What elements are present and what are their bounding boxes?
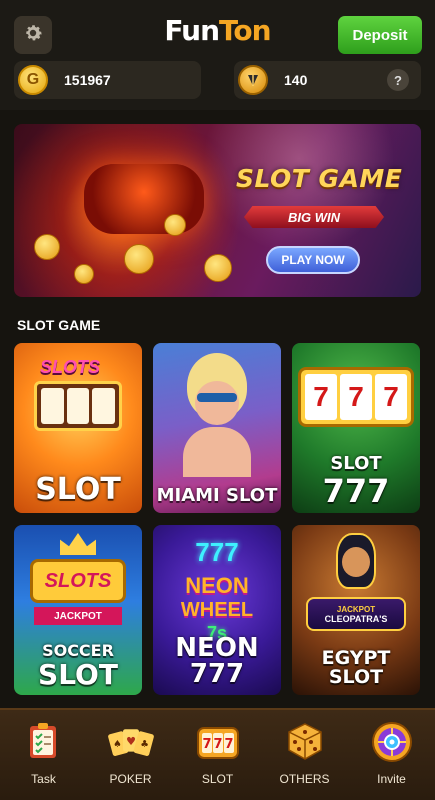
game-card-soccer-slot[interactable]: SLOTS JACKPOT SOCCER SLOT	[14, 525, 142, 695]
play-now-button[interactable]: PLAY NOW	[266, 246, 360, 274]
task-icon	[20, 718, 68, 766]
nav-label: OTHERS	[279, 772, 330, 786]
game-card-egypt-slot[interactable]: JACKPOT CLEOPATRA'S EGYPT SLOT	[292, 525, 420, 695]
coin-decoration	[34, 234, 60, 260]
nav-item-invite[interactable]: Invite	[348, 710, 435, 800]
game-label: SLOT 777	[292, 453, 420, 510]
game-label-line1: SOCCER	[42, 641, 114, 660]
game-label-line2: 777	[322, 472, 390, 510]
dice-icon	[281, 718, 329, 766]
game-label: NEON 777	[175, 633, 259, 689]
main-content: SLOT GAME BIG WIN PLAY NOW SLOT GAME SLO…	[0, 110, 435, 710]
svg-text:7: 7	[224, 737, 233, 752]
ton-balance-value: 140	[284, 72, 308, 88]
invite-wheel-icon	[368, 718, 416, 766]
gear-icon	[22, 22, 44, 49]
svg-text:7: 7	[213, 737, 222, 752]
coin-decoration	[204, 254, 232, 282]
nav-label: Invite	[377, 772, 406, 786]
banner-title: SLOT GAME	[236, 164, 403, 193]
settings-button[interactable]	[14, 16, 52, 54]
banner-ribbon-text: BIG WIN	[288, 209, 340, 225]
nav-item-task[interactable]: Task	[0, 710, 87, 800]
svg-text:♠: ♠	[113, 739, 122, 750]
coin-decoration	[124, 244, 154, 274]
logo-ton-text: Ton	[219, 13, 272, 47]
poker-cards-icon: ♥ ♠ ♣	[107, 718, 155, 766]
nav-label: POKER	[109, 772, 152, 786]
section-title: SLOT GAME	[17, 317, 101, 333]
svg-text:♥: ♥	[125, 735, 135, 748]
game-card-slot-777[interactable]: 7 7 7 SLOT 777	[292, 343, 420, 513]
game-label-line1: SLOT	[330, 453, 382, 474]
help-icon[interactable]: ?	[387, 69, 409, 91]
svg-text:7: 7	[202, 737, 211, 752]
game-card-miami-slot[interactable]: MIAMI SLOT	[153, 343, 281, 513]
svg-text:♣: ♣	[140, 739, 149, 750]
top-bar: FunTon Deposit G 151967 140 ?	[0, 0, 435, 110]
game-label: MIAMI SLOT	[156, 485, 278, 506]
coin-decoration	[74, 264, 94, 284]
ton-balance: 140 ?	[234, 61, 421, 99]
game-card-slots[interactable]: SLOTS SLOT	[14, 343, 142, 513]
nav-item-others[interactable]: OTHERS	[261, 710, 348, 800]
game-label: EGYPT SLOT	[321, 647, 391, 688]
game-label-line2: SLOT	[38, 658, 118, 691]
gold-balance: G 151967	[14, 61, 201, 99]
banner-ribbon: BIG WIN	[244, 206, 384, 228]
promo-banner[interactable]: SLOT GAME BIG WIN PLAY NOW	[14, 124, 421, 297]
game-label: SOCCER SLOT	[14, 643, 142, 689]
bottom-nav: Task ♥ ♠ ♣ POKER 7 7 7 SLOT OTHERS Invit…	[0, 708, 435, 800]
slot-777-icon: 7 7 7	[194, 718, 242, 766]
nav-label: SLOT	[201, 772, 234, 786]
funton-logo: FunTon	[140, 12, 295, 48]
gold-coin-icon: G	[18, 65, 48, 95]
nav-label: Task	[31, 772, 56, 786]
gold-balance-value: 151967	[64, 72, 111, 88]
slot-machine-illustration	[84, 164, 204, 234]
game-card-neon-777[interactable]: 777 NEON WHEEL 7s NEON 777	[153, 525, 281, 695]
nav-item-slot[interactable]: 7 7 7 SLOT	[174, 710, 261, 800]
nav-item-poker[interactable]: ♥ ♠ ♣ POKER	[87, 710, 174, 800]
ton-coin-icon	[238, 65, 268, 95]
game-label: SLOT	[35, 472, 121, 507]
coin-decoration	[164, 214, 186, 236]
logo-fun-text: Fun	[164, 13, 220, 47]
deposit-button[interactable]: Deposit	[338, 16, 422, 54]
